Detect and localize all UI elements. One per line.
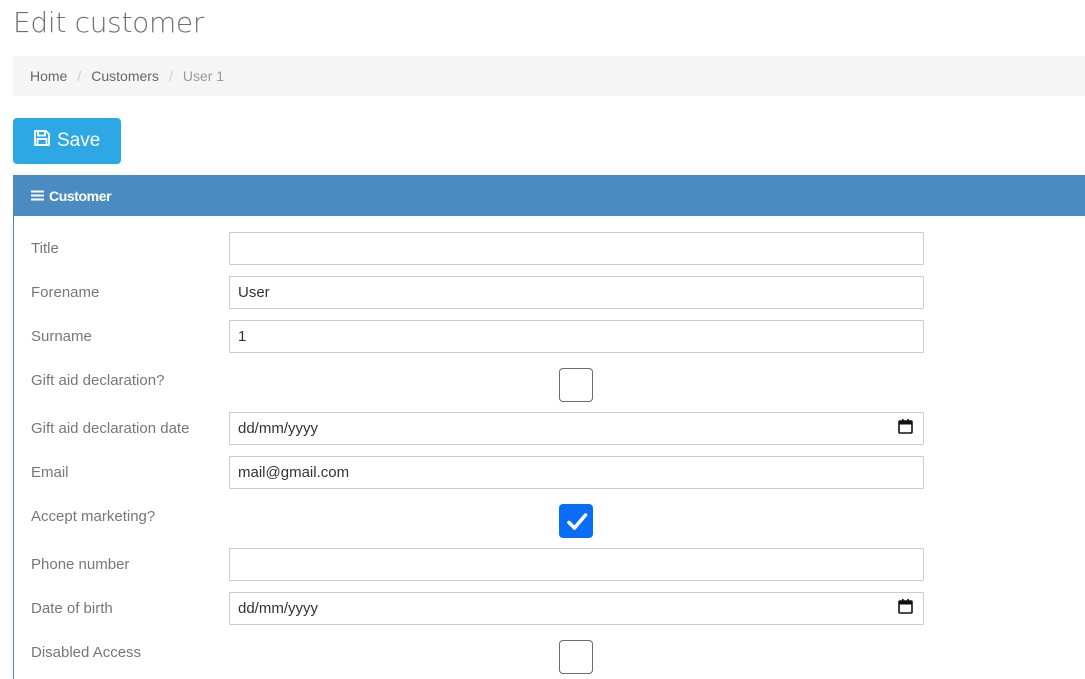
calendar-icon[interactable] bbox=[898, 599, 913, 618]
breadcrumb-current: User 1 bbox=[182, 68, 225, 84]
gift-aid-checkbox[interactable] bbox=[559, 368, 593, 402]
phone-label: Phone number bbox=[31, 556, 130, 573]
accept-marketing-checkbox[interactable] bbox=[559, 504, 593, 538]
save-button[interactable]: Save bbox=[13, 118, 121, 164]
title-input[interactable] bbox=[229, 232, 924, 265]
surname-input[interactable] bbox=[229, 320, 924, 353]
breadcrumb-separator: / bbox=[77, 68, 82, 84]
surname-label: Surname bbox=[31, 328, 92, 345]
checkmark-icon bbox=[567, 513, 588, 530]
title-label: Title bbox=[31, 240, 59, 257]
menu-bars-icon bbox=[31, 188, 49, 204]
save-button-label: Save bbox=[57, 130, 101, 151]
breadcrumb-customers[interactable]: Customers bbox=[91, 68, 159, 84]
phone-input[interactable] bbox=[229, 548, 924, 581]
breadcrumb: Home / Customers / User 1 bbox=[13, 56, 1085, 96]
email-input[interactable] bbox=[229, 456, 924, 489]
breadcrumb-home[interactable]: Home bbox=[30, 68, 67, 84]
gift-aid-date-label: Gift aid declaration date bbox=[31, 420, 190, 437]
date-value: dd/mm/yyyy bbox=[238, 600, 319, 617]
dob-input[interactable]: dd/mm/yyyy bbox=[229, 592, 924, 625]
forename-label: Forename bbox=[31, 284, 100, 301]
page-title: Edit customer bbox=[13, 6, 205, 39]
email-label: Email bbox=[31, 464, 69, 481]
disabled-access-checkbox[interactable] bbox=[559, 640, 593, 674]
forename-input[interactable] bbox=[229, 276, 924, 309]
calendar-icon[interactable] bbox=[898, 419, 913, 438]
panel-header: Customer bbox=[14, 175, 1085, 216]
panel-title: Customer bbox=[49, 187, 112, 204]
gift-aid-date-input[interactable]: dd/mm/yyyy bbox=[229, 412, 924, 445]
date-value: dd/mm/yyyy bbox=[238, 420, 319, 437]
dob-label: Date of birth bbox=[31, 600, 113, 617]
disabled-access-label: Disabled Access bbox=[31, 644, 142, 661]
accept-marketing-label: Accept marketing? bbox=[31, 508, 156, 525]
floppy-disk-icon bbox=[33, 129, 57, 153]
breadcrumb-separator: / bbox=[168, 68, 173, 84]
customer-panel: Customer Title Forename Surname Gift aid… bbox=[13, 175, 1085, 679]
gift-aid-label: Gift aid declaration? bbox=[31, 372, 165, 389]
